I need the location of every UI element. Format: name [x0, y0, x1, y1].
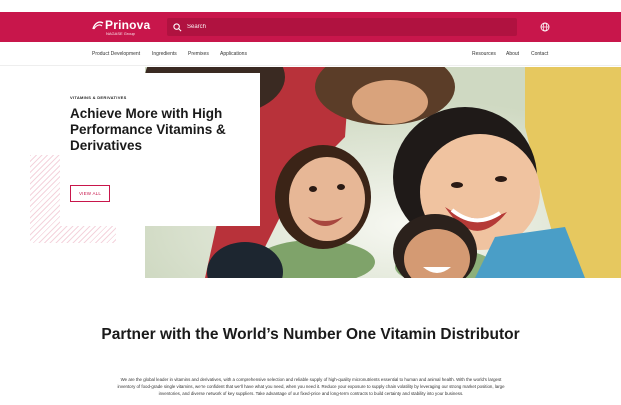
brand-name: Prinova	[105, 17, 151, 32]
hero-eyebrow: VITAMINS & DERIVATIVES	[70, 95, 127, 100]
nav-item-product-development[interactable]: Product Development	[92, 51, 140, 57]
search-input[interactable]: Search	[187, 24, 206, 30]
main-navigation: Product Development Ingredients Premixes…	[0, 42, 621, 66]
section-title: Partner with the World’s Number One Vita…	[101, 326, 520, 343]
view-all-button[interactable]: VIEW ALL	[70, 185, 110, 202]
nav-item-resources[interactable]: Resources	[472, 51, 496, 57]
top-bar: Prinova NAGASE Group Search	[0, 12, 621, 42]
nav-item-about[interactable]: About	[506, 51, 519, 57]
hero-card: VITAMINS & DERIVATIVES Achieve More with…	[60, 73, 260, 226]
nav-item-contact[interactable]: Contact	[531, 51, 548, 57]
nav-item-ingredients[interactable]: Ingredients	[152, 51, 177, 57]
nav-item-applications[interactable]: Applications	[220, 51, 247, 57]
hero-title: Achieve More with High Performance Vitam…	[70, 106, 226, 153]
brand-subtitle: NAGASE Group	[106, 30, 135, 36]
search-bar[interactable]: Search	[167, 18, 517, 36]
nav-item-premixes[interactable]: Premixes	[188, 51, 209, 57]
search-icon	[173, 22, 182, 31]
brand-logo[interactable]: Prinova NAGASE Group	[92, 17, 150, 37]
prinova-logo-icon	[92, 20, 104, 29]
globe-icon[interactable]	[540, 22, 550, 32]
section-body: We are the global leader in vitamins and…	[117, 377, 505, 396]
